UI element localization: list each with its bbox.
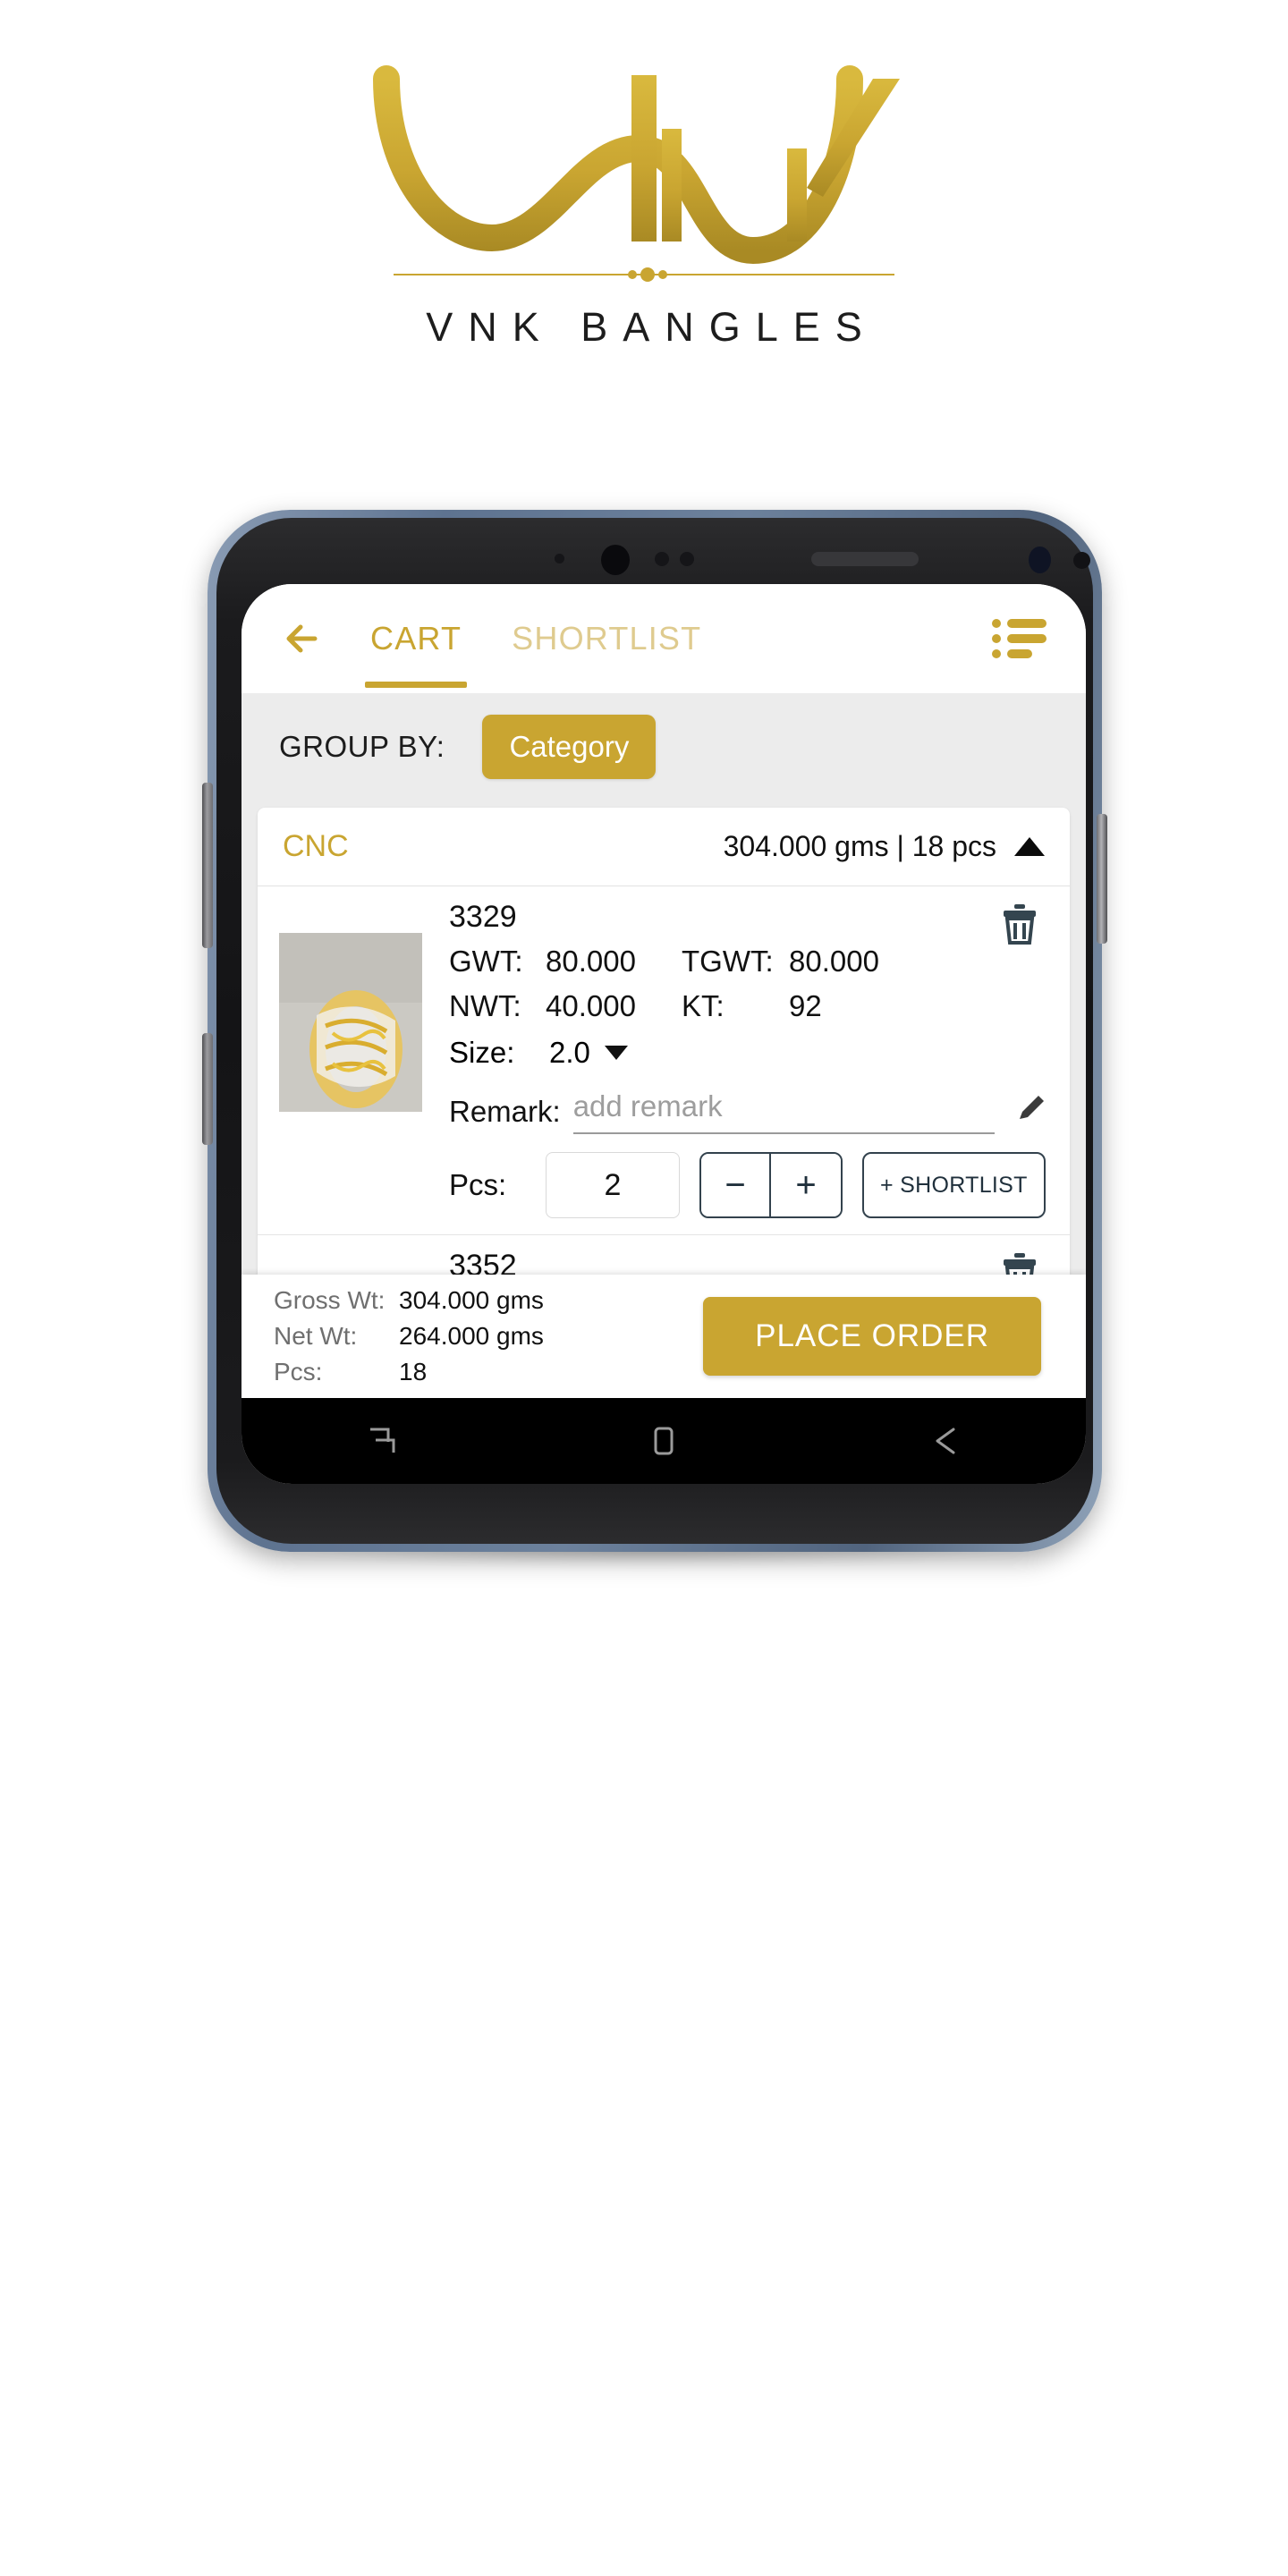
net-weight-label: Net Wt: (274, 1322, 358, 1351)
gold-bangle-image (279, 933, 422, 1112)
kt-label: KT: (682, 989, 724, 1023)
volume-button[interactable] (202, 783, 213, 948)
tab-cart[interactable]: CART (365, 584, 468, 693)
back-arrow-icon[interactable] (279, 614, 329, 664)
gwt-label: GWT: (449, 945, 523, 979)
power-button[interactable] (1097, 814, 1107, 944)
remark-input[interactable]: add remark (572, 1089, 995, 1135)
group-meta: 304.000 gms | 18 pcs (724, 830, 1045, 863)
iris-sensor (655, 552, 669, 566)
group-name: CNC (283, 829, 349, 863)
vnk-script-logo (373, 65, 900, 265)
group-header[interactable]: CNC 304.000 gms | 18 pcs (258, 808, 1070, 886)
group-meta-text: 304.000 gms | 18 pcs (723, 830, 996, 862)
cart-summary-bar: Gross Wt: 304.000 gms Net Wt: 264.000 gm… (242, 1275, 1086, 1398)
gross-weight-label: Gross Wt: (274, 1286, 386, 1315)
spec-row-weight: GWT: 80.000 TGWT: 80.000 (449, 945, 1048, 979)
group-card-cnc: CNC 304.000 gms | 18 pcs 3329 GWT: 80.00… (258, 808, 1070, 1337)
app-header: CART SHORTLIST (242, 584, 1086, 693)
gross-weight-value: 304.000 gms (399, 1286, 544, 1315)
decrement-button[interactable]: − (701, 1154, 771, 1217)
earpiece-speaker (811, 552, 919, 566)
brand-header: VNK BANGLES (0, 0, 1288, 420)
header-tabs: CART SHORTLIST (365, 584, 707, 693)
remark-row: Remark: add remark (449, 1089, 1048, 1135)
product-code: 3329 (449, 900, 517, 934)
tab-shortlist[interactable]: SHORTLIST (506, 584, 707, 693)
android-navigation-bar (242, 1398, 1086, 1484)
add-to-shortlist-button[interactable]: + SHORTLIST (862, 1152, 1046, 1219)
light-sensor (680, 552, 694, 566)
front-camera (601, 545, 630, 575)
pencil-icon[interactable] (1014, 1091, 1048, 1125)
list-menu-icon[interactable] (991, 615, 1048, 662)
back-icon[interactable] (925, 1420, 966, 1462)
phone-screen: CART SHORTLIST GROUP BY: Category CNC 30… (242, 584, 1086, 1484)
net-weight-row: Net Wt: 264.000 gms (274, 1318, 544, 1354)
pcs-label: Pcs: (449, 1168, 507, 1202)
bixby-button[interactable] (202, 1033, 213, 1145)
total-pcs-value: 18 (399, 1357, 428, 1385)
group-by-bar: GROUP BY: Category (242, 693, 1086, 801)
pcs-input[interactable]: 2 (546, 1152, 680, 1219)
pcs-row: Pcs: 2 − + + SHORTLIST (449, 1152, 1048, 1219)
brand-name: VNK BANGLES (426, 304, 877, 350)
nwt-value: 40.000 (546, 989, 636, 1023)
gross-weight-row: Gross Wt: 304.000 gms (274, 1283, 544, 1318)
increment-button[interactable]: + (771, 1154, 841, 1217)
phone-device: CART SHORTLIST GROUP BY: Category CNC 30… (202, 510, 1107, 1574)
cart-totals: Gross Wt: 304.000 gms Net Wt: 264.000 gm… (274, 1283, 544, 1389)
total-pcs-row: Pcs: 18 (274, 1354, 544, 1390)
tgwt-label: TGWT: (682, 945, 774, 979)
tgwt-value: 80.000 (789, 945, 879, 979)
cart-list[interactable]: CNC 304.000 gms | 18 pcs 3329 GWT: 80.00… (242, 801, 1086, 1337)
caret-up-icon[interactable] (1014, 837, 1045, 856)
nwt-label: NWT: (449, 989, 521, 1023)
proximity-sensor (555, 554, 564, 564)
home-icon[interactable] (643, 1420, 684, 1462)
kt-value: 92 (789, 989, 822, 1023)
caret-down-icon[interactable] (604, 1046, 628, 1061)
group-by-category-chip[interactable]: Category (482, 715, 657, 779)
size-value[interactable]: 2.0 (549, 1036, 590, 1070)
gwt-value: 80.000 (546, 945, 636, 979)
net-weight-value: 264.000 gms (399, 1322, 544, 1351)
remark-label: Remark: (449, 1095, 561, 1129)
brand-divider (394, 263, 894, 286)
group-by-label: GROUP BY: (279, 730, 445, 763)
product-thumbnail[interactable] (279, 933, 422, 1112)
size-row: Size: 2.0 (449, 1036, 1048, 1070)
trash-icon[interactable] (1000, 902, 1039, 945)
place-order-button[interactable]: PLACE ORDER (703, 1297, 1041, 1376)
spec-row-net: NWT: 40.000 KT: 92 (449, 989, 1048, 1023)
size-label: Size: (449, 1036, 515, 1070)
cart-item: 3329 GWT: 80.000 TGWT: 80.000 NWT: 40.00… (258, 886, 1070, 1236)
secondary-sensor (1073, 552, 1090, 569)
pcs-stepper: − + (699, 1152, 843, 1219)
recents-icon[interactable] (361, 1420, 402, 1462)
led-indicator (1029, 547, 1051, 573)
total-pcs-label: Pcs: (274, 1357, 323, 1385)
